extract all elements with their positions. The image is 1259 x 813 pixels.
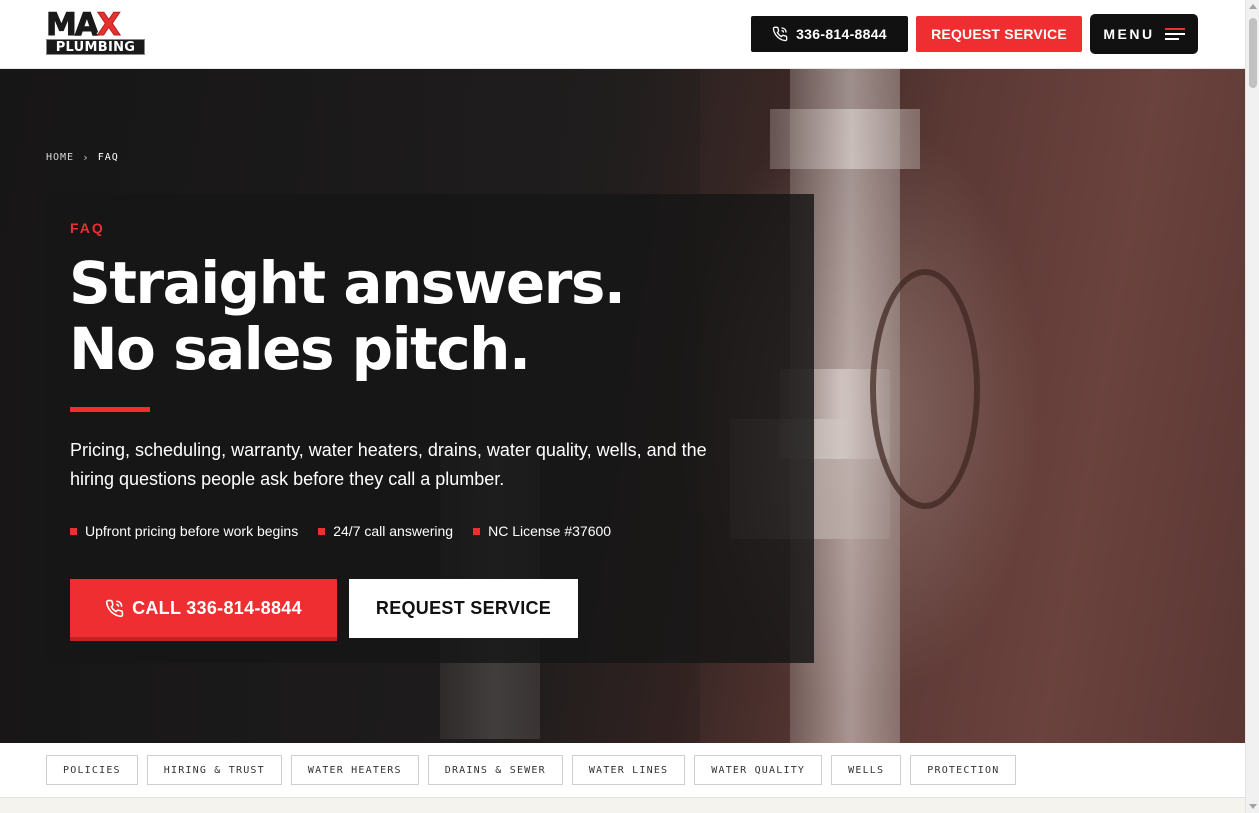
headline-line-2: No sales pitch. bbox=[69, 315, 531, 383]
tab-policies[interactable]: POLICIES bbox=[46, 755, 138, 785]
menu-label: MENU bbox=[1103, 26, 1155, 42]
menu-button[interactable]: MENU bbox=[1090, 14, 1198, 54]
breadcrumb-home[interactable]: HOME bbox=[46, 152, 74, 163]
bullet-text: 24/7 call answering bbox=[333, 523, 454, 539]
request-service-button[interactable]: REQUEST SERVICE bbox=[349, 579, 578, 638]
logo-subtitle: PLUMBING bbox=[46, 39, 145, 55]
headline-line-1: Straight answers. bbox=[69, 249, 626, 317]
bullet-text: Upfront pricing before work begins bbox=[85, 523, 299, 539]
hamburger-icon bbox=[1164, 28, 1185, 40]
site-header: MAX PLUMBING 336-814-8844 REQUEST SERVIC… bbox=[0, 0, 1245, 69]
bullet-text: NC License #37600 bbox=[488, 523, 612, 539]
tab-drains-sewer[interactable]: DRAINS & SEWER bbox=[427, 755, 563, 785]
breadcrumb: HOME › FAQ bbox=[46, 151, 119, 164]
header-request-label: REQUEST SERVICE bbox=[931, 26, 1067, 42]
header-request-service-button[interactable]: REQUEST SERVICE bbox=[916, 16, 1082, 52]
tab-water-heaters[interactable]: WATER HEATERS bbox=[290, 755, 419, 785]
request-service-label: REQUEST SERVICE bbox=[375, 598, 552, 618]
logo-wordmark: MAX bbox=[46, 7, 122, 43]
scroll-down-arrow-icon[interactable] bbox=[1249, 804, 1257, 809]
header-phone-label: 336-814-8844 bbox=[796, 26, 887, 42]
tab-wells[interactable]: WELLS bbox=[831, 755, 902, 785]
faq-category-bar: POLICIES HIRING & TRUST WATER HEATERS DR… bbox=[0, 743, 1245, 797]
call-button[interactable]: CALL 336-814-8844 bbox=[70, 579, 337, 641]
hero-eyebrow: FAQ bbox=[70, 220, 105, 236]
bullet-item: 24/7 call answering bbox=[318, 523, 453, 539]
hero-bullets: Upfront pricing before work begins 24/7 … bbox=[70, 523, 611, 539]
tab-water-quality[interactable]: WATER QUALITY bbox=[694, 755, 823, 785]
chevron-right-icon: › bbox=[82, 151, 90, 164]
hero-panel: FAQ Straight answers. No sales pitch. Pr… bbox=[46, 194, 814, 663]
call-button-label: CALL 336-814-8844 bbox=[132, 597, 302, 618]
faq-category-tabs: POLICIES HIRING & TRUST WATER HEATERS DR… bbox=[46, 755, 1017, 785]
tab-hiring-trust[interactable]: HIRING & TRUST bbox=[146, 755, 282, 785]
phone-icon bbox=[105, 599, 124, 617]
scrollbar-thumb[interactable] bbox=[1249, 18, 1257, 88]
hero-section: HOME › FAQ FAQ Straight answers. No sale… bbox=[0, 69, 1245, 743]
bullet-square-icon bbox=[473, 527, 481, 535]
bullet-square-icon bbox=[70, 527, 77, 535]
header-phone-button[interactable]: 336-814-8844 bbox=[751, 16, 908, 52]
hero-lede: Pricing, scheduling, warranty, water hea… bbox=[70, 440, 707, 489]
site-logo[interactable]: MAX PLUMBING bbox=[46, 7, 146, 56]
breadcrumb-current: FAQ bbox=[97, 152, 119, 163]
hero-background-pipe bbox=[770, 109, 920, 169]
bullet-square-icon bbox=[318, 527, 326, 535]
tab-protection[interactable]: PROTECTION bbox=[910, 755, 1017, 785]
bullet-item: NC License #37600 bbox=[473, 523, 611, 539]
page-scrollbar[interactable] bbox=[1245, 0, 1259, 813]
content-section-start bbox=[0, 797, 1245, 813]
hero-background-hose bbox=[870, 269, 980, 509]
page-title: Straight answers. No sales pitch. bbox=[69, 249, 626, 383]
phone-icon bbox=[772, 26, 788, 42]
scroll-up-arrow-icon[interactable] bbox=[1249, 4, 1257, 9]
bullet-item: Upfront pricing before work begins bbox=[70, 523, 298, 539]
accent-divider bbox=[70, 407, 150, 412]
tab-water-lines[interactable]: WATER LINES bbox=[571, 755, 686, 785]
